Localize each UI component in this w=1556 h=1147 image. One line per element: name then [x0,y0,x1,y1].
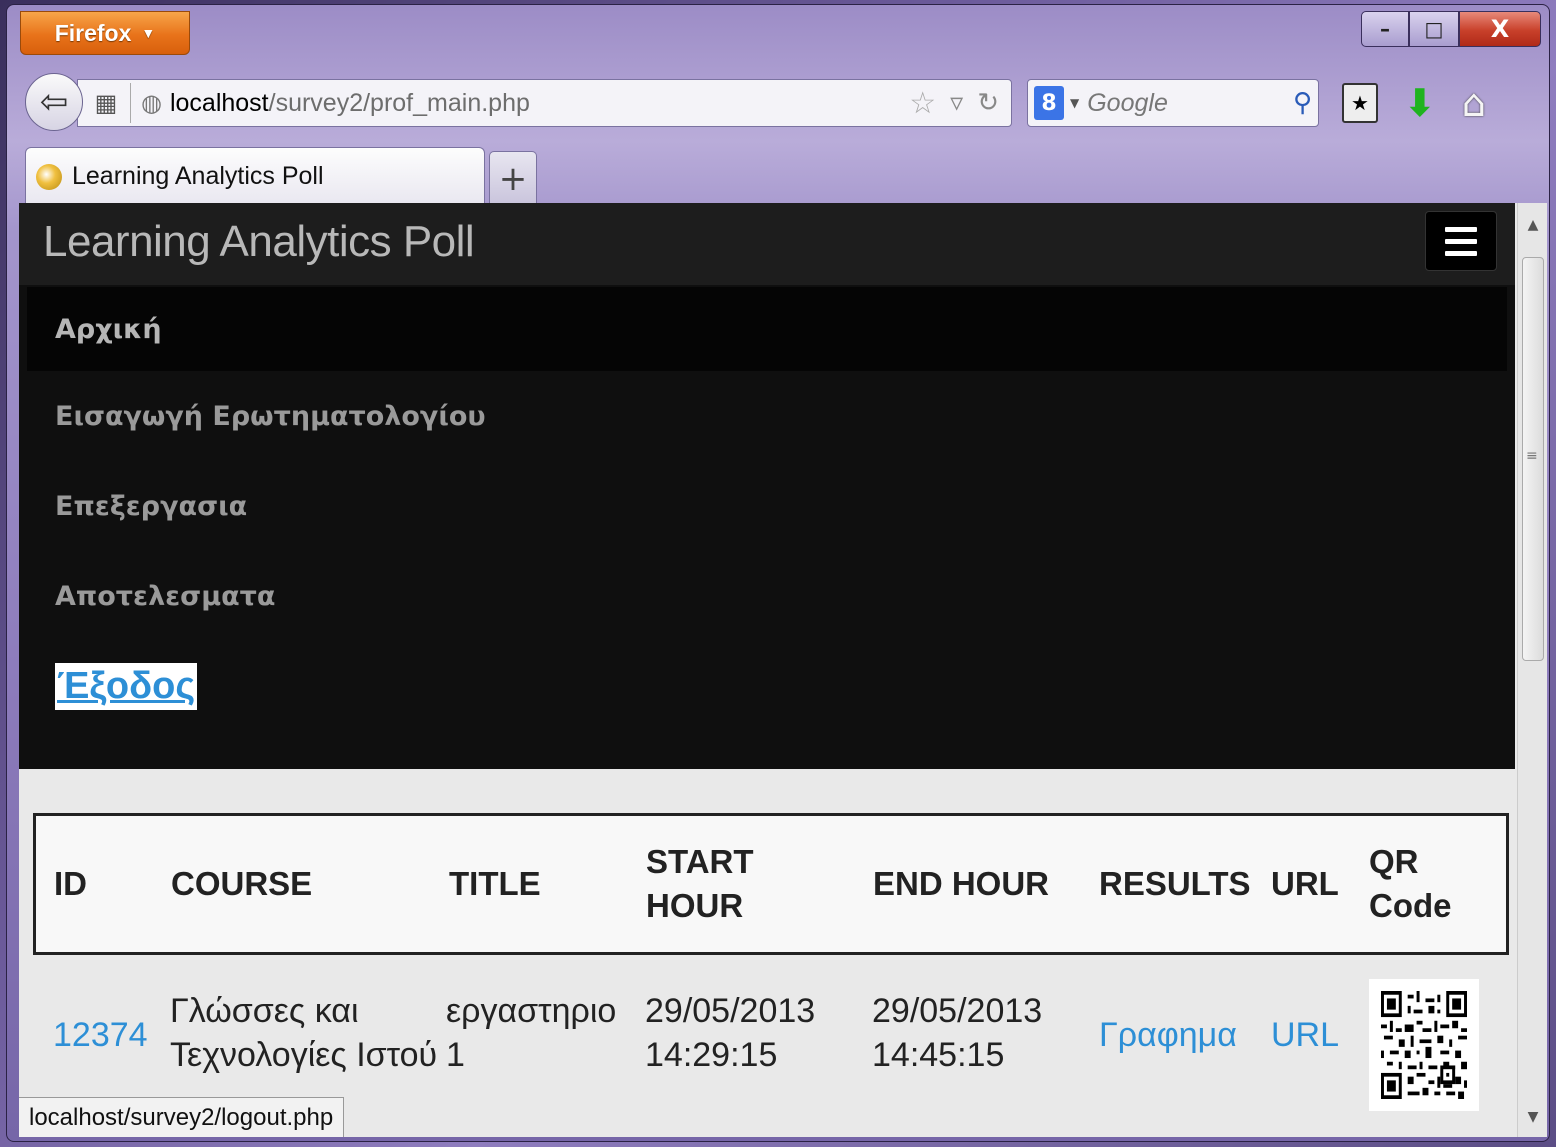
th-start-line1: START [646,843,754,880]
nav-item-edit[interactable]: Επεξεργασια [27,461,1507,551]
page-viewport: Learning Analytics Poll Αρχική Εισαγωγή … [19,203,1547,1137]
window-controls: – □ X [1361,11,1541,47]
th-url: URL [1271,865,1339,902]
address-bar[interactable]: ▦ ◍ localhost/survey2/prof_main.php ☆ ▿ … [77,79,1012,127]
search-magnifier-icon[interactable]: ⚲ [1293,88,1312,118]
scroll-grip-icon: ≡ [1526,448,1538,464]
th-end-hour: END HOUR [873,865,1050,902]
back-button[interactable]: ⇦ [25,73,83,131]
poll-url-link[interactable]: URL [1271,1013,1339,1057]
url-host: localhost [169,88,269,117]
search-placeholder[interactable]: Google [1087,89,1293,118]
home-icon[interactable]: ⌂ [1462,81,1486,125]
new-tab-button[interactable]: + [489,151,537,205]
scroll-up-icon[interactable]: ▲ [1518,217,1547,233]
table-row: 12374 Γλώσσες και Τεχνολογίες Ιστού εργα… [33,955,1509,1111]
hamburger-menu-icon[interactable] [1425,211,1497,271]
web-page: Learning Analytics Poll Αρχική Εισαγωγή … [19,203,1515,1137]
history-dropdown-icon[interactable]: ▿ [950,88,963,118]
end-date: 29/05/2013 [872,992,1043,1030]
start-date: 29/05/2013 [645,992,816,1030]
polls-table: ID COURSE TITLE START HOUR END HOUR RESU… [33,813,1509,1111]
reload-icon[interactable]: ↻ [977,88,999,118]
th-qr-line1: QR [1369,843,1419,880]
address-divider [130,83,131,123]
th-start-line2: HOUR [646,887,744,924]
site-navbar: Learning Analytics Poll Αρχική Εισαγωγή … [19,203,1515,769]
nav-item-results[interactable]: Αποτελεσματα [27,551,1507,641]
bookmarks-menu-icon[interactable]: ★ [1342,83,1378,123]
favicon-icon [36,163,62,190]
th-results: RESULTS [1099,865,1251,902]
results-chart-link[interactable]: Γραφημα [1099,1013,1237,1057]
minimize-button[interactable]: – [1361,11,1409,47]
site-brand[interactable]: Learning Analytics Poll [43,217,475,267]
maximize-button[interactable]: □ [1409,11,1459,47]
th-qr-line2: Code [1369,887,1452,924]
downloads-arrow-icon[interactable]: ⬇ [1404,81,1436,125]
close-window-button[interactable]: X [1459,11,1541,47]
back-arrow-icon: ⇦ [39,82,69,122]
tab-groups-icon[interactable]: ▦ [86,89,126,117]
tab-learning-analytics-poll[interactable]: Learning Analytics Poll [25,147,485,205]
caret-down-icon: ▼ [141,25,156,41]
nav-menu: Αρχική Εισαγωγή Ερωτηματολογίου Επεξεργα… [19,287,1515,731]
navigation-toolbar: ⇦ ▦ ◍ localhost/survey2/prof_main.php ☆ … [7,69,1549,139]
globe-icon: ◍ [141,89,162,117]
url-path: /survey2/prof_main.php [268,88,530,117]
browser-window: Firefox ▼ – □ X ⇦ ▦ ◍ localhost/survey2/… [6,4,1550,1142]
nav-item-home[interactable]: Αρχική [27,287,1507,371]
bookmark-star-icon[interactable]: ☆ [909,86,936,121]
title-line2: 1 [446,1036,465,1074]
start-time: 14:29:15 [645,1036,778,1074]
qr-code-icon [1381,991,1467,1099]
firefox-label: Firefox [54,19,132,46]
th-title: TITLE [449,865,541,902]
toolbar-buttons: ★ ⬇ ⌂ [1342,81,1486,125]
logout-link[interactable]: Έξοδος [55,662,198,710]
search-bar[interactable]: 8 ▼ Google ⚲ [1027,79,1319,127]
scroll-down-icon[interactable]: ▼ [1518,1109,1547,1125]
engine-dropdown-icon[interactable]: ▼ [1070,96,1079,110]
nav-item-logout: Έξοδος [27,641,1507,731]
th-course: COURSE [171,865,313,902]
nav-item-add-questionnaire[interactable]: Εισαγωγή Ερωτηματολογίου [27,371,1507,461]
vertical-scrollbar[interactable]: ▲ ≡ ▼ [1517,203,1547,1137]
navbar-header: Learning Analytics Poll [19,203,1515,285]
end-time: 14:45:15 [872,1036,1005,1074]
google-engine-icon[interactable]: 8 [1034,86,1064,120]
qr-code-image[interactable] [1369,979,1479,1111]
course-line2: Τεχνολογίες Ιστού [170,1036,438,1074]
firefox-menu-button[interactable]: Firefox ▼ [20,11,190,55]
th-id: ID [54,865,87,902]
poll-id-link[interactable]: 12374 [53,1013,148,1057]
address-actions: ☆ ▿ ↻ [909,86,999,121]
title-line1: εργαστηριο [446,992,617,1030]
course-line1: Γλώσσες και [170,992,359,1030]
tab-title: Learning Analytics Poll [72,162,324,190]
table-header: ID COURSE TITLE START HOUR END HOUR RESU… [33,813,1509,955]
status-bar: localhost/survey2/logout.php [19,1097,345,1137]
url-text[interactable]: localhost/survey2/prof_main.php [170,89,909,118]
